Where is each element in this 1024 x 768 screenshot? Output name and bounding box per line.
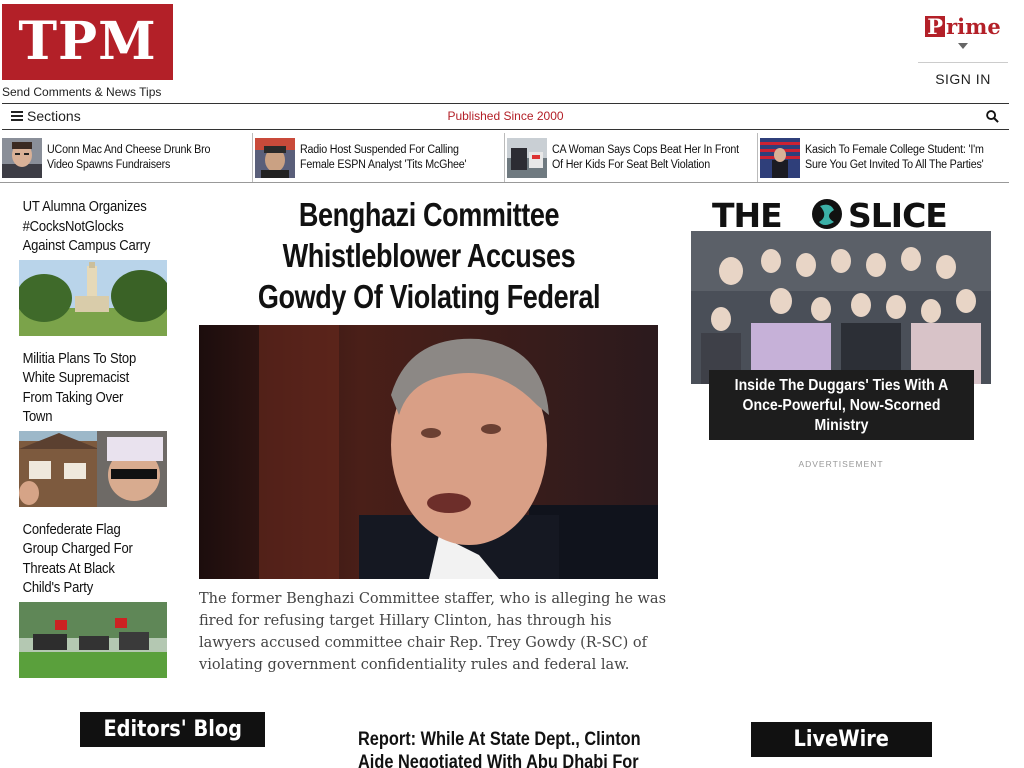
svg-text:SLICE: SLICE (848, 196, 947, 232)
sidebar-story-title[interactable]: Confederate Flag Group Charged For Threa… (19, 521, 154, 599)
report-headline-line[interactable]: Aide Negotiated With Abu Dhabi For (358, 751, 639, 768)
story-image (19, 601, 167, 678)
report-headline[interactable]: Report: While At State Dept., Clinton Ai… (358, 728, 678, 768)
nav-bar: Sections Published Since 2000 (2, 103, 1009, 130)
sign-in-link[interactable]: SIGN IN (918, 71, 1008, 87)
sidebar-story[interactable]: Confederate Flag Group Charged For Threa… (19, 521, 169, 678)
story-thumbnail (254, 137, 295, 178)
strip-story-title: Kasich To Female College Student: 'I'm S… (804, 143, 984, 171)
divider (918, 62, 1008, 63)
slice-caption-text[interactable]: Inside The Duggars' Ties With A Once-Pow… (725, 376, 958, 436)
prime-logo-initial: P (925, 14, 946, 39)
main-story-image[interactable] (199, 325, 658, 579)
story-thumbnail (2, 137, 42, 178)
main-story-dek: The former Benghazi Committee staffer, w… (199, 591, 667, 673)
story-thumbnail (507, 137, 547, 178)
sidebar-story[interactable]: Militia Plans To Stop White Supremacist … (19, 350, 169, 507)
tpm-logo[interactable]: TPM (2, 4, 173, 80)
story-image (19, 430, 167, 507)
editors-blog-header[interactable]: Editors' Blog (80, 712, 265, 747)
svg-text:THE: THE (712, 196, 782, 232)
strip-story-title: UConn Mac And Cheese Drunk Bro Video Spa… (47, 143, 211, 171)
the-slice-logo[interactable]: THE SLICE (712, 196, 974, 232)
prime-menu[interactable]: Prime (918, 14, 1008, 49)
editors-blog-label[interactable]: Editors' Blog (103, 712, 242, 747)
livewire-header[interactable]: LiveWire (751, 722, 932, 757)
strip-story[interactable]: Radio Host Suspended For Calling Female … (253, 133, 505, 182)
story-image (19, 259, 167, 336)
news-tips-link[interactable]: Send Comments & News Tips (2, 85, 161, 99)
slice-story-caption[interactable]: Inside The Duggars' Ties With A Once-Pow… (709, 370, 974, 440)
tagline: Published Since 2000 (447, 109, 564, 123)
sidebar-story-title[interactable]: UT Alumna Organizes #CocksNotGlocks Agai… (19, 198, 154, 257)
sidebar-story-title[interactable]: Militia Plans To Stop White Supremacist … (19, 350, 154, 428)
strip-story[interactable]: CA Woman Says Cops Beat Her In Front Of … (505, 133, 758, 182)
strip-story[interactable]: Kasich To Female College Student: 'I'm S… (758, 133, 1010, 182)
advertisement-label: ADVERTISEMENT (798, 459, 884, 469)
sidebar-story[interactable]: UT Alumna Organizes #CocksNotGlocks Agai… (19, 198, 169, 336)
strip-story[interactable]: UConn Mac And Cheese Drunk Bro Video Spa… (0, 133, 253, 182)
strip-story-title: CA Woman Says Cops Beat Her In Front Of … (552, 143, 739, 171)
prime-logo-rest: rime (946, 14, 1001, 39)
story-strip: UConn Mac And Cheese Drunk Bro Video Spa… (0, 133, 1009, 183)
livewire-label[interactable]: LiveWire (794, 722, 889, 757)
chevron-down-icon[interactable] (958, 43, 968, 49)
report-headline-line[interactable]: Report: While At State Dept., Clinton (358, 728, 641, 751)
slice-story-image[interactable] (691, 231, 991, 384)
prime-logo: Prime (925, 14, 1001, 39)
left-column: UT Alumna Organizes #CocksNotGlocks Agai… (19, 198, 169, 692)
strip-story-title: Radio Host Suspended For Calling Female … (299, 143, 467, 171)
search-icon[interactable] (986, 110, 999, 123)
story-thumbnail (759, 137, 800, 178)
